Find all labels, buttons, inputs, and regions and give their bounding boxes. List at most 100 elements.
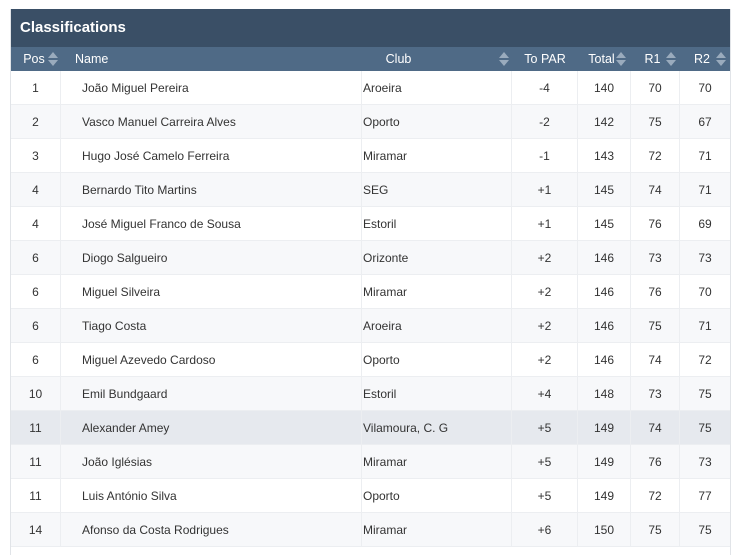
sort-r1-icon[interactable] <box>666 52 676 66</box>
pos-cell: 1 <box>11 71 61 104</box>
column-header-name-label: Name <box>75 52 109 66</box>
table-row[interactable]: 11 João Iglésias Miramar +5 149 76 73 <box>11 445 730 479</box>
total-cell: 140 <box>578 71 631 104</box>
to-par-cell: -1 <box>512 139 578 172</box>
r1-cell: 76 <box>631 207 680 240</box>
to-par-cell: +5 <box>512 479 578 512</box>
to-par-cell: +1 <box>512 207 578 240</box>
name-cell: Vasco Manuel Carreira Alves <box>61 105 362 138</box>
pos-cell: 6 <box>11 343 61 376</box>
r2-cell: 73 <box>698 250 712 265</box>
name-cell: Miguel Silveira <box>61 275 362 308</box>
table-row[interactable]: 6 Diogo Salgueiro Orizonte +2 146 73 73 <box>11 241 730 275</box>
total-cell: 146 <box>578 275 631 308</box>
total-cell: 149 <box>578 445 631 478</box>
pos-cell: 4 <box>11 207 61 240</box>
table-row[interactable]: 1 João Miguel Pereira Aroeira -4 140 70 70 <box>11 71 730 105</box>
total-cell: 146 <box>578 241 631 274</box>
r1-cell: 76 <box>631 445 680 478</box>
to-par-cell: +2 <box>512 343 578 376</box>
total-cell: 149 <box>578 411 631 444</box>
r1-cell: 73 <box>631 377 680 410</box>
name-cell: João Iglésias <box>61 445 362 478</box>
table-row[interactable]: 3 Hugo José Camelo Ferreira Miramar -1 143 72… <box>11 139 730 173</box>
club-cell: Miramar <box>362 275 512 308</box>
r1-cell: 72 <box>631 139 680 172</box>
total-cell: 145 <box>578 173 631 206</box>
club-cell: Vilamoura, C. G <box>362 411 512 444</box>
table-row[interactable]: 14 Afonso da Costa Rodrigues Miramar +6 150 7… <box>11 513 730 547</box>
panel-title: Classifications <box>11 9 730 47</box>
table-body: 1 João Miguel Pereira Aroeira -4 140 70 70 2 Vas… <box>11 71 730 547</box>
total-cell: 148 <box>578 377 631 410</box>
to-par-cell: -4 <box>512 71 578 104</box>
sort-pos-icon[interactable] <box>48 52 58 66</box>
column-header-r1-label: R1 <box>644 52 661 66</box>
table-row[interactable]: 6 Miguel Silveira Miramar +2 146 76 70 <box>11 275 730 309</box>
column-header-club-label: Club <box>385 52 412 66</box>
name-cell: Luis António Silva <box>61 479 362 512</box>
to-par-cell: +2 <box>512 309 578 342</box>
table-row[interactable]: 4 José Miguel Franco de Sousa Estoril +1 145… <box>11 207 730 241</box>
name-cell: Hugo José Camelo Ferreira <box>61 139 362 172</box>
table-row[interactable]: 11 Luis António Silva Oporto +5 149 72 77 <box>11 479 730 513</box>
r1-cell: 74 <box>631 343 680 376</box>
r2-cell: 67 <box>698 114 712 129</box>
column-header-to-par[interactable]: To PAR <box>512 47 578 71</box>
column-header-total-label: Total <box>588 52 615 66</box>
table-row[interactable]: 4 Bernardo Tito Martins SEG +1 145 74 71 <box>11 173 730 207</box>
total-cell: 142 <box>578 105 631 138</box>
r2-cell: 75 <box>698 522 712 537</box>
pos-cell: 6 <box>11 275 61 308</box>
name-cell: João Miguel Pereira <box>61 71 362 104</box>
club-cell: SEG <box>362 173 512 206</box>
pos-cell: 11 <box>11 411 61 444</box>
total-cell: 143 <box>578 139 631 172</box>
to-par-cell: +1 <box>512 173 578 206</box>
to-par-cell: +2 <box>512 241 578 274</box>
sort-club-icon[interactable] <box>499 52 509 66</box>
r2-cell: 71 <box>698 182 712 197</box>
name-cell: Bernardo Tito Martins <box>61 173 362 206</box>
club-cell: Aroeira <box>362 309 512 342</box>
pos-cell: 4 <box>11 173 61 206</box>
r2-cell: 72 <box>698 352 712 367</box>
column-header-r2-label: R2 <box>694 52 710 66</box>
name-cell: José Miguel Franco de Sousa <box>61 207 362 240</box>
club-cell: Estoril <box>362 207 512 240</box>
table-row[interactable]: 6 Miguel Azevedo Cardoso Oporto +2 146 74 72 <box>11 343 730 377</box>
r1-cell: 75 <box>631 105 680 138</box>
to-par-cell: -2 <box>512 105 578 138</box>
pos-cell: 6 <box>11 309 61 342</box>
r2-cell: 71 <box>698 318 712 333</box>
table-row[interactable]: 10 Emil Bundgaard Estoril +4 148 73 75 <box>11 377 730 411</box>
pos-cell: 14 <box>11 513 61 546</box>
name-cell: Diogo Salgueiro <box>61 241 362 274</box>
total-cell: 149 <box>578 479 631 512</box>
table-row[interactable]: 6 Tiago Costa Aroeira +2 146 75 71 <box>11 309 730 343</box>
r1-cell: 76 <box>631 275 680 308</box>
to-par-cell: +6 <box>512 513 578 546</box>
r2-cell: 70 <box>698 80 712 95</box>
r1-cell: 72 <box>631 479 680 512</box>
club-cell: Orizonte <box>362 241 512 274</box>
table-row[interactable]: 11 Alexander Amey Vilamoura, C. G +5 149 74 75 <box>11 411 730 445</box>
name-cell: Afonso da Costa Rodrigues <box>61 513 362 546</box>
column-header-club[interactable]: Club <box>362 47 512 71</box>
column-header-pos-label: Pos <box>23 52 45 66</box>
pos-cell: 2 <box>11 105 61 138</box>
total-cell: 145 <box>578 207 631 240</box>
table-row[interactable]: 2 Vasco Manuel Carreira Alves Oporto -2 142 7… <box>11 105 730 139</box>
sort-total-icon[interactable] <box>616 52 626 66</box>
pos-cell: 11 <box>11 445 61 478</box>
column-header-to-par-label: To PAR <box>524 52 566 66</box>
sort-r2-icon[interactable] <box>716 52 726 66</box>
total-cell: 150 <box>578 513 631 546</box>
r2-cell: 75 <box>698 420 712 435</box>
r2-cell: 73 <box>698 454 712 469</box>
to-par-cell: +5 <box>512 411 578 444</box>
club-cell: Miramar <box>362 139 512 172</box>
classifications-panel: Classifications Pos Name Club To PAR Tot… <box>10 9 731 555</box>
club-cell: Estoril <box>362 377 512 410</box>
column-header-name[interactable]: Name <box>61 47 362 71</box>
